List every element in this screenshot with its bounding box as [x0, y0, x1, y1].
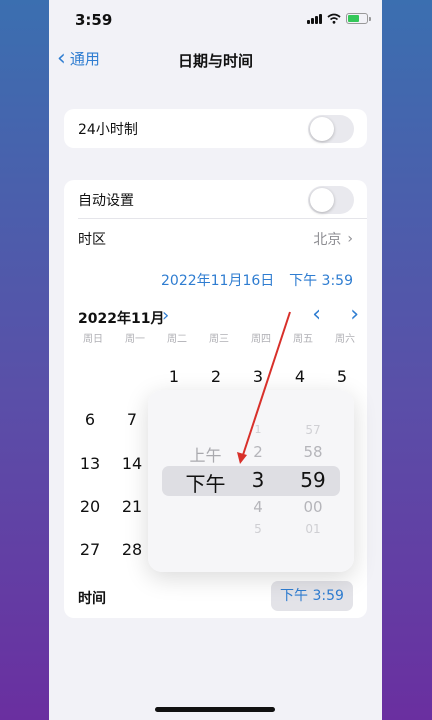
timezone-row[interactable]: 时区 北京 › [64, 219, 367, 258]
weekday-label: 周六 [335, 334, 355, 345]
wifi-icon [327, 13, 341, 24]
time-label: 时间 [78, 591, 106, 607]
next-month-button[interactable]: › [350, 302, 359, 327]
picker-period-option[interactable]: 上午 [178, 442, 233, 466]
timezone-value: 北京 [313, 231, 342, 248]
calendar-day[interactable]: 2 [201, 367, 231, 386]
hour24-label: 24小时制 [78, 121, 138, 138]
chevron-right-icon[interactable]: › [162, 305, 169, 326]
calendar-day[interactable]: 4 [285, 367, 315, 386]
picker-minute-selected[interactable]: 59 [293, 468, 333, 492]
current-date-button[interactable]: 2022年11月16日 [161, 270, 274, 290]
current-time-button[interactable]: 下午 3:59 [289, 270, 353, 290]
calendar-day[interactable]: 21 [117, 497, 147, 516]
hour24-toggle[interactable] [308, 114, 354, 143]
weekday-label: 周日 [83, 334, 103, 345]
month-label[interactable]: 2022年11月 [78, 308, 164, 328]
picker-hour-option[interactable]: 1 [243, 423, 273, 436]
calendar-day[interactable]: 5 [327, 367, 357, 386]
timezone-label: 时区 [78, 231, 106, 248]
calendar-day[interactable]: 27 [75, 540, 105, 559]
picker-hour-selected[interactable]: 3 [243, 468, 273, 492]
picker-minute-option[interactable]: 57 [293, 423, 333, 437]
calendar-day[interactable]: 1 [159, 367, 189, 386]
picker-period-selected[interactable]: 下午 [178, 468, 233, 497]
picker-minute-option[interactable]: 58 [293, 443, 333, 461]
calendar-day[interactable]: 13 [75, 454, 105, 473]
weekday-header: 周日 周一 周二 周三 周四 周五 周六 [72, 330, 367, 345]
calendar-day[interactable]: 20 [75, 497, 105, 516]
calendar-day[interactable]: 3 [243, 367, 273, 386]
settings-screen: 3:59 ‹ 通用 日期与时间 24小时制 自动设置 时区 北京 › 2022年… [49, 0, 382, 720]
time-row: 时间 下午 3:59 [64, 576, 367, 620]
calendar-day[interactable]: 14 [117, 454, 147, 473]
weekday-label: 周一 [125, 334, 145, 345]
picker-hour-option[interactable]: 4 [243, 498, 273, 516]
weekday-label: 周五 [293, 334, 313, 345]
picker-minute-option[interactable]: 01 [293, 522, 333, 536]
calendar-day[interactable]: 7 [117, 410, 147, 429]
picker-hour-option[interactable]: 5 [243, 522, 273, 536]
weekday-label: 周四 [251, 334, 271, 345]
status-time: 3:59 [75, 11, 113, 29]
auto-set-label: 自动设置 [78, 192, 134, 209]
picker-minute-option[interactable]: 00 [293, 498, 333, 516]
hour24-card: 24小时制 [64, 109, 367, 148]
time-value-button[interactable]: 下午 3:59 [271, 581, 353, 611]
previous-month-button[interactable]: ‹ [312, 302, 321, 327]
chevron-right-icon: › [347, 230, 353, 247]
auto-set-toggle[interactable] [308, 185, 354, 214]
navigation-bar: ‹ 通用 日期与时间 [49, 44, 382, 74]
page-title: 日期与时间 [177, 52, 253, 70]
weekday-label: 周三 [209, 334, 229, 345]
cellular-signal-icon [307, 13, 322, 24]
calendar-day[interactable]: 28 [117, 540, 147, 559]
calendar-day[interactable]: 6 [75, 410, 105, 429]
battery-icon [346, 13, 371, 24]
time-picker-popover[interactable]: 上午 下午 1 2 3 4 5 57 58 59 00 01 [148, 390, 354, 572]
weekday-label: 周二 [167, 334, 187, 345]
status-bar: 3:59 [49, 0, 382, 40]
home-indicator [155, 707, 275, 712]
picker-hour-option[interactable]: 2 [243, 443, 273, 461]
